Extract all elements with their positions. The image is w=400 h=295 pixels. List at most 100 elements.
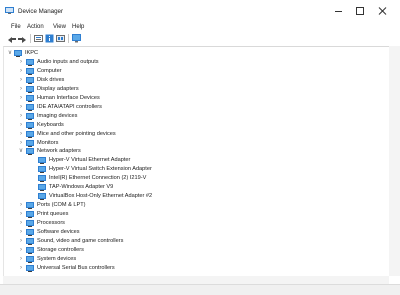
sound-icon (26, 237, 34, 245)
expand-chevron-icon[interactable]: › (18, 264, 24, 273)
expand-chevron-icon[interactable]: › (18, 85, 24, 94)
collapse-chevron-icon[interactable]: ∨ (18, 147, 24, 156)
tree-node-label: Network adapters (37, 148, 81, 155)
expand-chevron-icon[interactable]: › (18, 237, 24, 246)
tree-category-node[interactable]: ∨ Network adapters (4, 147, 384, 156)
expand-chevron-icon[interactable]: › (18, 255, 24, 264)
tree-category-node[interactable]: › IDE ATA/ATAPI controllers (4, 103, 384, 112)
tree-root-node[interactable]: ∨ IKPC (4, 49, 384, 58)
usb-icon (26, 264, 34, 272)
software-device-icon (26, 229, 34, 236)
storage-controller-icon (26, 246, 34, 254)
tree-node-label: Audio inputs and outputs (37, 58, 99, 65)
disk-drive-icon (26, 76, 34, 84)
expand-chevron-icon[interactable]: › (18, 58, 24, 67)
monitor-icon[interactable] (72, 34, 81, 43)
network-adapter-icon (38, 166, 46, 174)
tree-category-node[interactable]: › Universal Serial Bus controllers (4, 264, 384, 273)
tree-node-label: Storage controllers (37, 246, 84, 253)
tree-node-label: Mice and other pointing devices (37, 130, 116, 137)
tree-category-node[interactable]: › Audio inputs and outputs (4, 58, 384, 67)
expand-chevron-icon[interactable]: › (18, 94, 24, 103)
toolbar (0, 32, 400, 45)
tree-category-node[interactable]: › Computer (4, 67, 384, 76)
status-bar (0, 284, 400, 295)
tree-category-node[interactable]: › Processors (4, 219, 384, 228)
tree-device-node[interactable]: VirtualBox Host-Only Ethernet Adapter #2 (4, 192, 384, 201)
expand-chevron-icon[interactable]: › (18, 130, 24, 139)
tree-node-label: Disk drives (37, 76, 65, 83)
tree-category-node[interactable]: › Imaging devices (4, 112, 384, 121)
tree-node-label: TAP-Windows Adapter V9 (49, 184, 114, 191)
back-button[interactable] (7, 34, 16, 43)
tree-category-node[interactable]: › Display adapters (4, 85, 384, 94)
tree-category-node[interactable]: › Storage controllers (4, 246, 384, 255)
forward-button[interactable] (18, 34, 27, 43)
tree-node-label: Keyboards (37, 121, 64, 128)
expand-chevron-icon[interactable]: › (18, 201, 24, 210)
tree-node-label: System devices (37, 255, 77, 262)
keyboard-icon (26, 121, 34, 129)
mouse-icon (26, 130, 34, 138)
device-tree: ∨ IKPC › Audio inputs and outputs › Computer ›… (3, 46, 389, 276)
toolbar-separator (30, 34, 31, 43)
expand-chevron-icon[interactable]: › (18, 121, 24, 130)
vertical-scrollbar[interactable] (389, 46, 400, 276)
tree-category-node[interactable]: › Mice and other pointing devices (4, 130, 384, 139)
tree-device-node[interactable]: Intel(R) Ethernet Connection (2) I219-V (4, 174, 384, 183)
help-icon[interactable] (45, 34, 54, 43)
collapse-chevron-icon[interactable]: ∨ (7, 49, 13, 58)
network-adapter-icon (38, 157, 46, 165)
tree-category-node[interactable]: › System devices (4, 255, 384, 264)
maximize-button[interactable] (348, 0, 372, 22)
menu-bar: File Action View Help (0, 22, 400, 32)
tree-category-node[interactable]: › Keyboards (4, 121, 384, 130)
menu-action[interactable]: Action (27, 22, 44, 32)
tree-category-node[interactable]: › Software devices (4, 228, 384, 237)
tree-category-node[interactable]: › Human Interface Devices (4, 94, 384, 103)
tree-node-label: Monitors (37, 139, 59, 146)
device-manager-window: Device Manager File Action View Help ∨ I… (0, 0, 400, 295)
update-driver-icon[interactable] (56, 34, 65, 43)
tree-node-label: Computer (37, 67, 62, 74)
tree-node-label: Hyper-V Virtual Switch Extension Adapter (49, 166, 152, 173)
tree-category-node[interactable]: › Print queues (4, 210, 384, 219)
tree-device-node[interactable]: Hyper-V Virtual Switch Extension Adapter (4, 165, 384, 174)
tree-category-node[interactable]: › Disk drives (4, 76, 384, 85)
tree-node-label: Print queues (37, 211, 69, 218)
processor-icon (26, 220, 34, 228)
tree-node-label: Imaging devices (37, 112, 78, 119)
tree-category-node[interactable]: › Monitors (4, 139, 384, 148)
tree-node-label: Human Interface Devices (37, 94, 100, 101)
network-adapter-icon (38, 193, 46, 201)
horizontal-scrollbar[interactable] (3, 276, 389, 284)
tree-category-node[interactable]: › Sound, video and game controllers (4, 237, 384, 246)
network-adapter-icon (26, 148, 34, 156)
tree-device-node[interactable]: Hyper-V Virtual Ethernet Adapter (4, 156, 384, 165)
expand-chevron-icon[interactable]: › (18, 246, 24, 255)
expand-chevron-icon[interactable]: › (18, 219, 24, 228)
expand-chevron-icon[interactable]: › (18, 67, 24, 76)
expand-chevron-icon[interactable]: › (18, 139, 24, 148)
ide-controller-icon (26, 103, 34, 111)
menu-view[interactable]: View (53, 22, 66, 32)
title-bar: Device Manager (0, 0, 400, 22)
tree-category-node[interactable]: › Ports (COM & LPT) (4, 201, 384, 210)
expand-chevron-icon[interactable]: › (18, 210, 24, 219)
menu-file[interactable]: File (11, 22, 21, 32)
expand-chevron-icon[interactable]: › (18, 228, 24, 237)
menu-help[interactable]: Help (72, 22, 84, 32)
properties-icon[interactable] (34, 34, 43, 43)
close-button[interactable] (371, 0, 395, 22)
tree-device-node[interactable]: TAP-Windows Adapter V9 (4, 183, 384, 192)
expand-chevron-icon[interactable]: › (18, 76, 24, 85)
expand-chevron-icon[interactable]: › (18, 112, 24, 121)
tree-node-label: Hyper-V Virtual Ethernet Adapter (49, 157, 131, 164)
port-icon (26, 202, 34, 210)
system-device-icon (26, 255, 34, 263)
tree-node-label: IDE ATA/ATAPI controllers (37, 103, 102, 110)
tree-node-label: IKPC (25, 50, 39, 56)
camera-icon (26, 112, 34, 120)
device-manager-app-icon (5, 7, 14, 14)
expand-chevron-icon[interactable]: › (18, 103, 24, 112)
